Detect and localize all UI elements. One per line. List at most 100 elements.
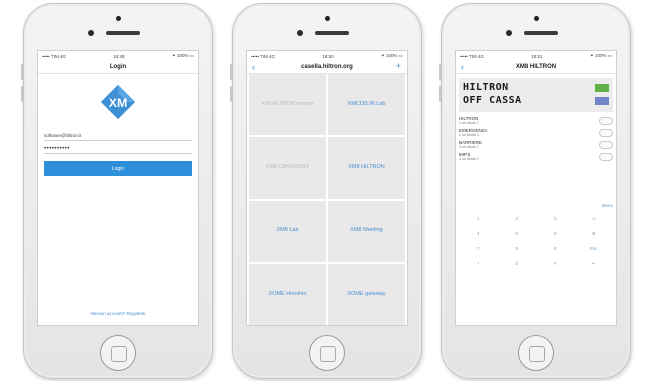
earpiece-speaker xyxy=(315,31,349,35)
key-3[interactable]: 3 xyxy=(536,212,575,225)
volume-down-button xyxy=(230,86,232,102)
list-item: HILTRON 1 on Mode 1 xyxy=(459,116,613,128)
device-tile-label: XOME gateway xyxy=(347,290,386,297)
lcd-display: HILTRON OFF CASSA xyxy=(459,78,613,112)
status-bar: ••••• TIM 4G 18:50 ✦ 100% ▭ xyxy=(247,51,407,61)
list-item: EMERGENZA 2 on Mode 1 xyxy=(459,128,613,140)
device-tile-label: XM8 Lab xyxy=(276,227,299,234)
device-tile[interactable]: XM8 Lab xyxy=(249,200,326,262)
phone-login: ••••• TIM 4G 18:48 ✦ 100% ▭ Login XM sof… xyxy=(21,3,213,379)
key-9[interactable]: 9 xyxy=(536,242,575,255)
earpiece-speaker xyxy=(106,31,140,35)
key-enter[interactable]: ↵ xyxy=(575,257,614,270)
proximity-sensor-icon xyxy=(297,30,303,36)
register-link[interactable]: Nessun account? Registrati xyxy=(38,311,198,316)
key-1[interactable]: 1 xyxy=(459,212,498,225)
logo-container: XM xyxy=(38,83,198,121)
keypad-screen: ••••• TIM 4G 18:51 ✦ 100% ▭ ‹ XM8 HILTRO… xyxy=(455,50,617,326)
zone-sub: 4 on Mode 1 xyxy=(459,157,479,161)
zone-sub: 2 on Mode 1 xyxy=(459,133,479,137)
nav-bar: ‹ casella.hiltron.org + xyxy=(247,61,407,74)
page-title: casella.hiltron.org xyxy=(301,64,353,70)
device-tile-label: XM8 HILTRON xyxy=(348,164,385,171)
home-button[interactable] xyxy=(309,335,345,371)
volume-down-button xyxy=(21,86,23,102)
key-4[interactable]: 4 xyxy=(459,227,498,240)
clock-label: 18:48 xyxy=(113,53,125,59)
proximity-sensor-icon xyxy=(88,30,94,36)
page-title: Login xyxy=(109,64,127,70)
home-button[interactable] xyxy=(100,335,136,371)
xm-logo-icon: XM xyxy=(100,84,136,120)
menu-button[interactable]: Menu xyxy=(602,203,613,208)
lcd-line-1: HILTRON xyxy=(463,82,509,93)
carrier-label: ••••• TIM 4G xyxy=(460,53,485,59)
zone-toggle[interactable] xyxy=(599,117,613,125)
key-5[interactable]: 5 xyxy=(498,227,537,240)
zone-sub: 1 on Mode 1 xyxy=(459,121,479,125)
back-chevron-icon[interactable]: ‹ xyxy=(461,62,464,72)
svg-text:XM: XM xyxy=(109,96,128,110)
device-tile[interactable]: XM8 Meeting xyxy=(328,200,405,262)
zone-toggle[interactable] xyxy=(599,153,613,161)
proximity-sensor-icon xyxy=(506,30,512,36)
status-led-green xyxy=(595,84,609,92)
key-esc[interactable]: Esc xyxy=(575,242,614,255)
device-tile[interactable]: XOME gateway xyxy=(328,263,405,325)
battery-label: ✦ 100% ▭ xyxy=(589,53,612,58)
zone-toggle[interactable] xyxy=(599,129,613,137)
login-button[interactable]: Login xyxy=(44,161,192,176)
battery-label: ✦ 100% ▭ xyxy=(380,53,403,58)
device-tile[interactable]: XM HILTRON remoto xyxy=(249,74,326,136)
volume-up-button xyxy=(439,64,441,80)
volume-up-button xyxy=(21,64,23,80)
front-camera-icon xyxy=(115,16,121,21)
lcd-line-2: OFF CASSA xyxy=(463,95,522,106)
add-icon[interactable]: + xyxy=(396,61,401,71)
email-field[interactable]: software@hiltron.it xyxy=(44,131,192,141)
device-tile-label: XM8 Meeting xyxy=(350,227,383,234)
device-tile[interactable]: XMCOS.IN Lab xyxy=(328,74,405,136)
carrier-label: ••••• TIM 4G xyxy=(42,53,67,59)
front-camera-icon xyxy=(533,16,539,21)
login-screen: ••••• TIM 4G 18:48 ✦ 100% ▭ Login XM sof… xyxy=(37,50,199,326)
key-2[interactable]: 2 xyxy=(498,212,537,225)
device-tile[interactable]: XOME Hiroshio xyxy=(249,263,326,325)
earpiece-speaker xyxy=(524,31,558,35)
status-bar: ••••• TIM 4G 18:51 ✦ 100% ▭ xyxy=(456,51,616,61)
device-tile-label: XOME Hiroshio xyxy=(268,290,307,297)
list-item: BARRIERE 3 on Mode 1 xyxy=(459,140,613,152)
status-led-blue xyxy=(595,97,609,105)
key-a[interactable]: A xyxy=(575,212,614,225)
keypad: 1 2 3 A 4 5 6 B 7 8 9 Esc * 0 # ↵ xyxy=(459,212,613,270)
home-button[interactable] xyxy=(518,335,554,371)
key-8[interactable]: 8 xyxy=(498,242,537,255)
volume-down-button xyxy=(439,86,441,102)
phone-devices: ••••• TIM 4G 18:50 ✦ 100% ▭ ‹ casella.hi… xyxy=(230,3,422,379)
battery-label: ✦ 100% ▭ xyxy=(171,53,194,58)
email-value: software@hiltron.it xyxy=(44,133,82,138)
back-chevron-icon[interactable]: ‹ xyxy=(252,62,255,72)
password-field[interactable]: •••••••••• xyxy=(44,144,192,154)
devices-screen: ••••• TIM 4G 18:50 ✦ 100% ▭ ‹ casella.hi… xyxy=(246,50,408,326)
key-6[interactable]: 6 xyxy=(536,227,575,240)
device-tile[interactable]: XM8 CASAROSY xyxy=(249,137,326,199)
device-tile[interactable]: XM8 HILTRON xyxy=(328,137,405,199)
key-b[interactable]: B xyxy=(575,227,614,240)
key-7[interactable]: 7 xyxy=(459,242,498,255)
password-value: •••••••••• xyxy=(44,146,71,152)
front-camera-icon xyxy=(324,16,330,21)
phone-keypad: ••••• TIM 4G 18:51 ✦ 100% ▭ ‹ XM8 HILTRO… xyxy=(439,3,631,379)
clock-label: 18:51 xyxy=(531,53,543,59)
zone-list: HILTRON 1 on Mode 1 EMERGENZA 2 on Mode 1 … xyxy=(459,116,613,164)
key-star[interactable]: * xyxy=(459,257,498,270)
clock-label: 18:50 xyxy=(322,53,334,59)
carrier-label: ••••• TIM 4G xyxy=(251,53,276,59)
device-grid: XM HILTRON remoto XMCOS.IN Lab XM8 CASAR… xyxy=(247,74,407,325)
key-hash[interactable]: # xyxy=(536,257,575,270)
device-tile-label: XMCOS.IN Lab xyxy=(347,100,386,107)
device-tile-label: XM8 CASAROSY xyxy=(265,164,310,171)
volume-up-button xyxy=(230,64,232,80)
key-0[interactable]: 0 xyxy=(498,257,537,270)
zone-toggle[interactable] xyxy=(599,141,613,149)
